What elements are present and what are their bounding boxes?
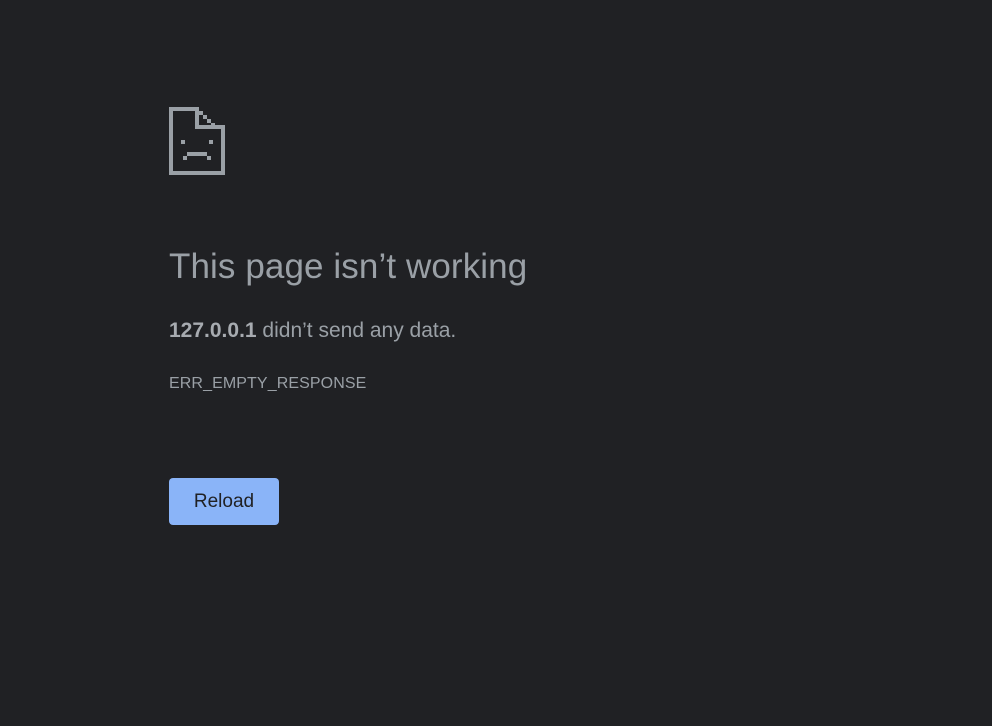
page-title: This page isn’t working (169, 247, 528, 286)
host-address: 127.0.0.1 (169, 319, 257, 342)
error-code: ERR_EMPTY_RESPONSE (169, 375, 367, 392)
error-summary: 127.0.0.1 didn’t send any data. (169, 318, 456, 344)
reload-button[interactable]: Reload (169, 478, 279, 525)
sad-file-icon (169, 107, 225, 175)
error-summary-message: didn’t send any data. (256, 319, 457, 342)
